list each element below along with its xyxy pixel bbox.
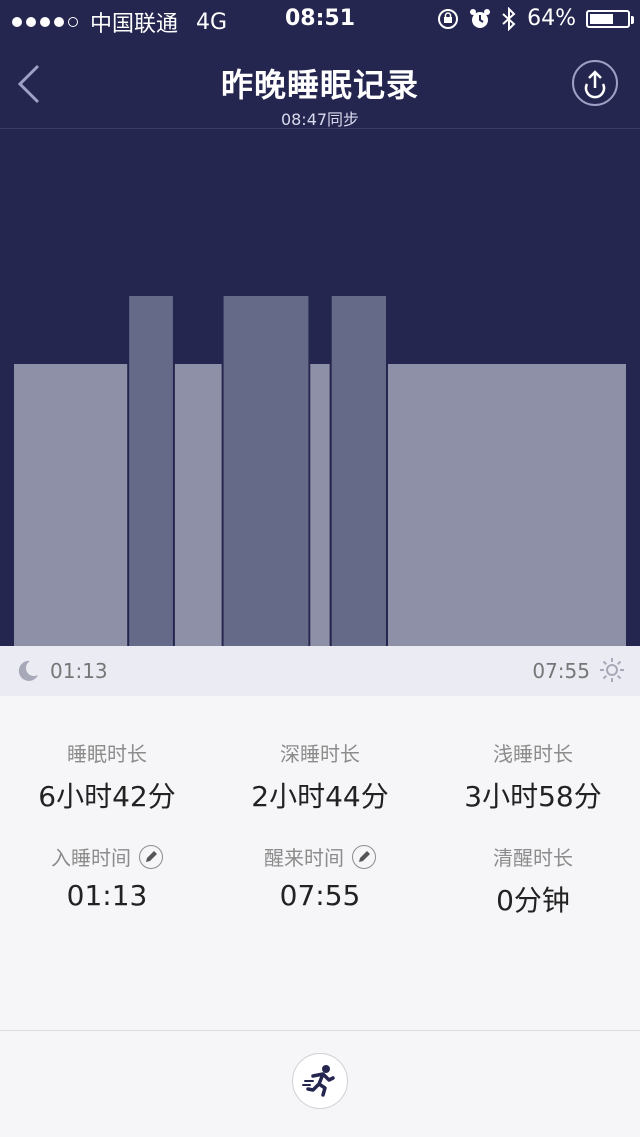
battery-cap xyxy=(631,15,634,24)
share-button[interactable] xyxy=(572,60,618,106)
stat-label-row: 醒来时间 xyxy=(264,842,376,871)
rotation-lock-icon xyxy=(438,8,459,29)
stat-value: 01:13 xyxy=(66,879,148,912)
stat-label: 清醒时长 xyxy=(493,846,573,870)
page-title: 昨晚睡眠记录 xyxy=(220,66,419,104)
sleep-chart xyxy=(0,129,640,646)
stat-label: 入睡时间 xyxy=(51,846,131,870)
stat-label: 深睡时长 xyxy=(280,742,360,766)
sleep-chart-svg xyxy=(14,296,626,646)
status-right: 64% xyxy=(437,6,634,31)
stat-sleep-time: 入睡时间 01:13 xyxy=(0,842,214,912)
stat-value: 07:55 xyxy=(279,879,361,912)
stat-value: 0分钟 xyxy=(496,884,570,917)
time-axis-end: 07:55 xyxy=(532,659,590,683)
share-upload-icon xyxy=(584,70,606,99)
status-bar: 中国联通 4G 08:51 64% xyxy=(0,0,640,40)
sun-icon xyxy=(600,658,624,682)
stat-total-sleep: 睡眠时长 6小时42分 xyxy=(0,738,214,815)
sleep-bar-light xyxy=(388,364,626,646)
time-axis-start: 01:13 xyxy=(50,659,108,683)
battery-icon xyxy=(586,9,634,28)
edit-sleep-time-button[interactable] xyxy=(139,844,163,869)
stat-value: 3小时58分 xyxy=(464,780,602,813)
time-axis: 01:13 07:55 xyxy=(0,646,640,696)
stat-awake-duration: 清醒时长 0分钟 xyxy=(426,842,640,919)
sleep-bar-deep xyxy=(223,296,309,646)
pencil-icon xyxy=(146,850,157,862)
battery-percent: 64% xyxy=(527,6,576,31)
stat-label-row: 入睡时间 xyxy=(51,842,163,871)
run-button[interactable] xyxy=(292,1053,348,1109)
sleep-bar-light xyxy=(174,364,222,646)
sleep-bar-deep xyxy=(331,296,386,646)
stat-label: 浅睡时长 xyxy=(493,742,573,766)
pencil-icon xyxy=(359,850,370,862)
stat-value: 2小时44分 xyxy=(251,780,389,813)
sleep-bar-deep xyxy=(129,296,173,646)
sleep-bar-light xyxy=(14,364,128,646)
bottom-bar xyxy=(0,1030,640,1137)
stat-value: 6小时42分 xyxy=(38,780,176,813)
alarm-icon xyxy=(470,8,491,28)
stat-light-sleep: 浅睡时长 3小时58分 xyxy=(426,738,640,815)
battery-level-fill xyxy=(590,13,613,24)
sleep-stats: 睡眠时长 6小时42分 深睡时长 2小时44分 浅睡时长 3小时58分 入睡时间… xyxy=(0,696,640,1030)
edit-wake-time-button[interactable] xyxy=(352,844,376,869)
running-icon xyxy=(302,1065,335,1097)
stat-label: 睡眠时长 xyxy=(67,742,147,766)
moon-icon xyxy=(18,660,38,681)
sleep-bar-light xyxy=(310,364,330,646)
stat-label: 醒来时间 xyxy=(264,846,344,870)
header: 昨晚睡眠记录 08:47同步 xyxy=(0,40,640,129)
stat-deep-sleep: 深睡时长 2小时44分 xyxy=(213,738,427,815)
sync-time: 08:47同步 xyxy=(280,110,360,129)
stat-wake-time: 醒来时间 07:55 xyxy=(213,842,427,912)
bluetooth-icon xyxy=(502,6,516,31)
